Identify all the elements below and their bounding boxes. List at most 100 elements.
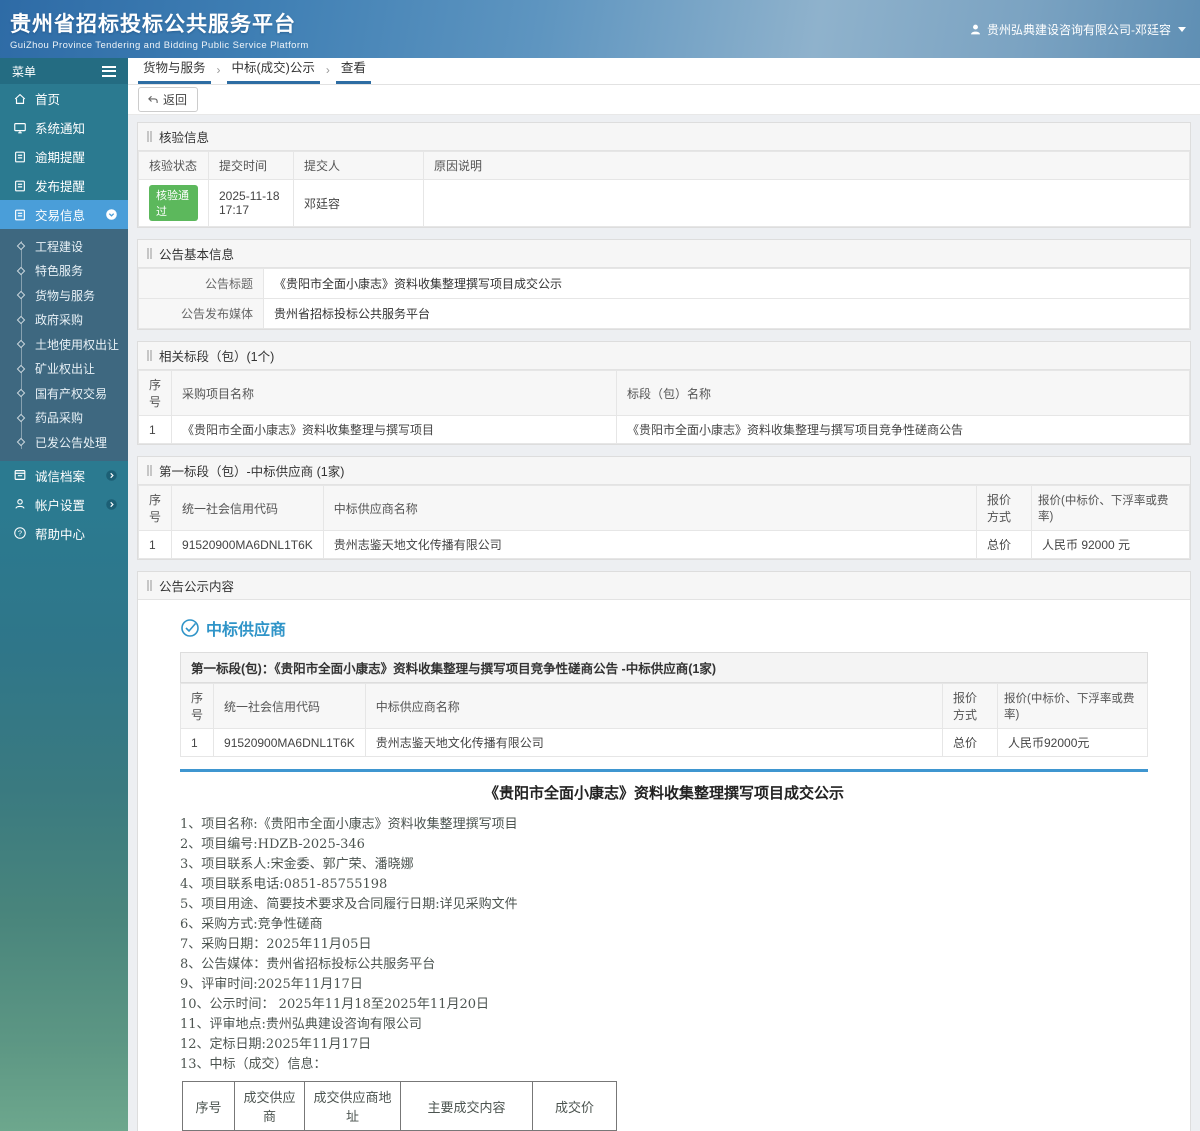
- chevron-down-icon: [1178, 26, 1186, 32]
- submenu-item-special-service[interactable]: 特色服务: [0, 259, 128, 284]
- sidebar: 菜单 首页 系统通知 逾期提醒 发布提醒 交易信息 工程建设 特色服务 货物与服…: [0, 58, 128, 1131]
- winning-supplier-title: 第一标段（包）-中标供应商 (1家): [138, 457, 1190, 485]
- doc-paragraph: 12、定标日期:2025年11月17日: [180, 1037, 372, 1052]
- question-circle-icon: ?: [14, 527, 26, 539]
- table-row: 公告标题 《贵阳市全面小康志》资料收集整理撰写项目成交公示: [138, 268, 1190, 299]
- platform-title: 贵州省招标投标公共服务平台: [10, 12, 296, 36]
- hamburger-icon[interactable]: [102, 63, 116, 79]
- sidebar-menu-header: 菜单: [0, 58, 128, 84]
- page-content: 核验信息 核验状态 提交时间 提交人 原因说明 核验通过 2025-11-18 …: [128, 115, 1200, 1131]
- section-bars-icon: [147, 465, 152, 476]
- sidebar-item-system-notice[interactable]: 系统通知: [0, 113, 128, 142]
- diamond-bullet-icon: [16, 438, 26, 447]
- doc-paragraph: 3、项目联系人:宋金委、郭广荣、潘晓娜: [180, 857, 414, 872]
- document-title: 《贵阳市全面小康志》资料收集整理撰写项目成交公示: [483, 784, 844, 802]
- diamond-bullet-icon: [16, 291, 26, 300]
- diamond-bullet-icon: [16, 413, 26, 422]
- menu-label: 菜单: [12, 64, 37, 79]
- diamond-bullet-icon: [16, 340, 26, 349]
- award-info-table: 序号 成交供应商 成交供应商地址 主要成交内容 成交价 1 贵州志鉴天地文化传播…: [182, 1081, 617, 1131]
- sidebar-item-overdue-reminder[interactable]: 逾期提醒: [0, 142, 128, 171]
- section-bars-icon: [147, 580, 152, 591]
- doc-paragraph: 7、采购日期：2025年11月05日: [180, 937, 372, 952]
- user-menu[interactable]: 贵州弘典建设咨询有限公司-邓廷容: [969, 21, 1186, 38]
- breadcrumb-goods-services[interactable]: 货物与服务: [138, 58, 211, 84]
- doc-paragraph: 5、项目用途、简要技术要求及合同履行日期:详见采购文件: [180, 897, 518, 912]
- breadcrumb-view[interactable]: 查看: [335, 58, 371, 84]
- table-header-row: 序号 成交供应商 成交供应商地址 主要成交内容 成交价: [182, 1081, 617, 1131]
- doc-paragraph: 6、采购方式:竞争性磋商: [180, 917, 323, 932]
- section-bars-icon: [147, 350, 152, 361]
- verification-panel: 核验信息 核验状态 提交时间 提交人 原因说明 核验通过 2025-11-18 …: [137, 122, 1191, 228]
- trade-submenu: 工程建设 特色服务 货物与服务 政府采购 土地使用权出让 矿业权出让 国有产权交…: [0, 229, 128, 461]
- sidebar-item-trade-info[interactable]: 交易信息: [0, 200, 128, 229]
- announcement-title-value: 《贵阳市全面小康志》资料收集整理撰写项目成交公示: [263, 268, 1190, 299]
- announcement-body: 中标供应商 第一标段(包)：《贵阳市全面小康志》资料收集整理与撰写项目竞争性磋商…: [138, 600, 1190, 1131]
- submenu-item-published-notices[interactable]: 已发公告处理: [0, 430, 128, 455]
- main-area: 货物与服务 › 中标(成交)公示 › 查看 返回 核验信息 核验状态 提交时间 …: [128, 58, 1200, 1131]
- svg-text:?: ?: [18, 529, 22, 538]
- table-row: 公告发布媒体 贵州省招标投标公共服务平台: [138, 298, 1190, 329]
- document-icon: [15, 151, 25, 162]
- breadcrumb-separator: ›: [216, 63, 221, 77]
- person-icon: [15, 499, 25, 509]
- sidebar-item-credit-archive[interactable]: 诚信档案: [0, 461, 128, 490]
- section-bar-title: 第一标段(包)：《贵阳市全面小康志》资料收集整理与撰写项目竞争性磋商公告 -中标…: [180, 652, 1148, 683]
- circle-chevron-down-icon: [106, 209, 117, 220]
- toolbar: 返回: [128, 85, 1200, 115]
- verification-table: 核验状态 提交时间 提交人 原因说明 核验通过 2025-11-18 17:17…: [138, 151, 1190, 227]
- related-sections-table: 序号 采购项目名称 标段（包）名称 1 《贵阳市全面小康志》资料收集整理与撰写项…: [137, 370, 1190, 444]
- submenu-item-gov-procurement[interactable]: 政府采购: [0, 308, 128, 333]
- announcement-content-panel: 公告公示内容 中标供应商 第一标段(包)：《贵阳市全面小康志》资料收集整理与撰写…: [137, 571, 1191, 1131]
- breadcrumb: 货物与服务 › 中标(成交)公示 › 查看: [128, 58, 1200, 85]
- breadcrumb-award-notice[interactable]: 中标(成交)公示: [226, 58, 320, 84]
- section-bars-icon: [147, 248, 152, 259]
- submenu-item-drug-procurement[interactable]: 药品采购: [0, 406, 128, 431]
- submenu-item-engineering[interactable]: 工程建设: [0, 234, 128, 259]
- table-header-row: 序号 统一社会信用代码 中标供应商名称 报价方式 报价(中标价、下浮率或费率): [137, 485, 1190, 531]
- basic-info-table: 公告标题 《贵阳市全面小康志》资料收集整理撰写项目成交公示 公告发布媒体 贵州省…: [138, 268, 1190, 329]
- submit-time: 2025-11-18 17:17: [208, 179, 294, 227]
- winning-supplier-heading: 中标供应商: [180, 616, 1148, 640]
- submenu-item-goods-services[interactable]: 货物与服务: [0, 283, 128, 308]
- monitor-icon: [14, 122, 26, 133]
- sidebar-item-publish-reminder[interactable]: 发布提醒: [0, 171, 128, 200]
- target-check-icon: [181, 619, 199, 637]
- table-row: 1 91520900MA6DNL1T6K 贵州志鉴天地文化传播有限公司 总价 人…: [179, 728, 1148, 757]
- verification-title: 核验信息: [138, 123, 1190, 151]
- basic-info-panel: 公告基本信息 公告标题 《贵阳市全面小康志》资料收集整理撰写项目成交公示 公告发…: [137, 239, 1191, 330]
- related-sections-title: 相关标段（包）(1个): [138, 342, 1190, 370]
- doc-paragraph: 4、项目联系电话:0851-85755198: [180, 877, 388, 892]
- table-header-row: 核验状态 提交时间 提交人 原因说明: [138, 151, 1190, 180]
- top-header: 贵州省招标投标公共服务平台 GuiZhou Province Tendering…: [0, 0, 1200, 58]
- document-icon: [15, 180, 25, 191]
- platform-subtitle: GuiZhou Province Tendering and Bidding P…: [10, 39, 309, 51]
- sidebar-item-help-center[interactable]: ? 帮助中心: [0, 519, 128, 548]
- circle-chevron-right-icon: [106, 469, 117, 481]
- submenu-item-mining-rights[interactable]: 矿业权出让: [0, 357, 128, 382]
- doc-paragraph: 1、项目名称:《贵阳市全面小康志》资料收集整理撰写项目: [180, 817, 518, 832]
- sidebar-item-home[interactable]: 首页: [0, 84, 128, 113]
- related-sections-panel: 相关标段（包）(1个) 序号 采购项目名称 标段（包）名称 1 《贵阳市全面小康…: [137, 341, 1191, 445]
- document-icon: [15, 209, 25, 220]
- winning-supplier-panel: 第一标段（包）-中标供应商 (1家) 序号 统一社会信用代码 中标供应商名称 报…: [137, 456, 1191, 560]
- archive-icon: [14, 470, 26, 480]
- diamond-bullet-icon: [16, 389, 26, 398]
- diamond-bullet-icon: [16, 266, 26, 275]
- platform-brand: 贵州省招标投标公共服务平台 GuiZhou Province Tendering…: [10, 8, 309, 51]
- submenu-item-state-property[interactable]: 国有产权交易: [0, 381, 128, 406]
- submenu-item-land-use[interactable]: 土地使用权出让: [0, 332, 128, 357]
- diamond-bullet-icon: [16, 364, 26, 373]
- back-arrow-icon: [148, 95, 158, 103]
- section-bars-icon: [147, 131, 152, 142]
- home-icon: [14, 93, 26, 104]
- announcement-content-title: 公告公示内容: [138, 572, 1190, 600]
- sidebar-item-account-settings[interactable]: 帐户设置: [0, 490, 128, 519]
- table-header-row: 序号 采购项目名称 标段（包）名称: [137, 370, 1190, 416]
- doc-paragraph: 8、公告媒体：贵州省招标投标公共服务平台: [180, 957, 436, 972]
- basic-info-title: 公告基本信息: [138, 240, 1190, 268]
- submitter: 邓廷容: [293, 179, 424, 227]
- table-header-row: 序号 统一社会信用代码 中标供应商名称 报价方式 报价(中标价、下浮率或费率): [179, 683, 1148, 729]
- back-button[interactable]: 返回: [138, 87, 199, 112]
- doc-paragraph: 11、评审地点:贵州弘典建设咨询有限公司: [180, 1017, 422, 1032]
